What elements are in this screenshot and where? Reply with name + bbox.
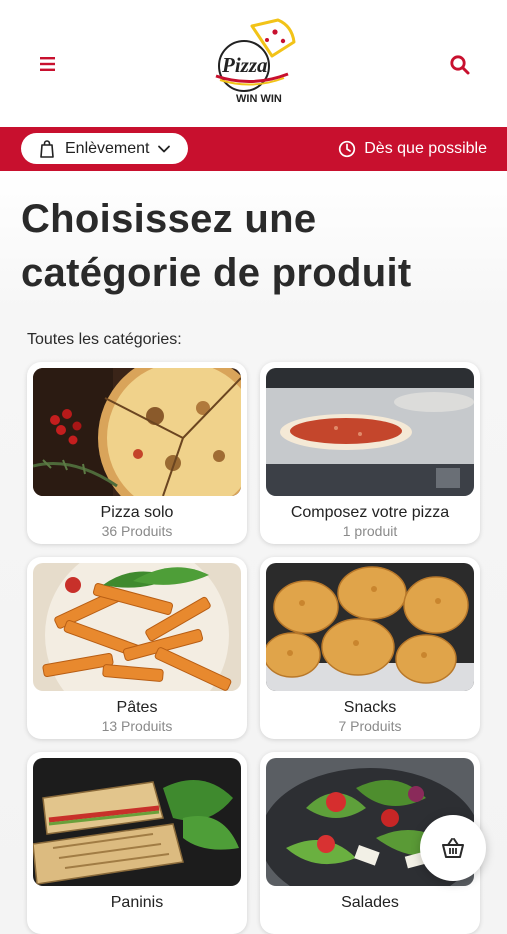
basket-icon bbox=[442, 838, 464, 858]
category-name: Composez votre pizza bbox=[290, 504, 450, 521]
category-product-count: 1 produit bbox=[342, 523, 398, 539]
category-card-pates[interactable]: Pâtes 13 Produits bbox=[27, 557, 247, 739]
category-card-pizza-solo[interactable]: Pizza solo 36 Produits bbox=[27, 362, 247, 544]
category-product-count: 13 Produits bbox=[101, 718, 173, 734]
category-card-paninis[interactable]: Paninis bbox=[27, 752, 247, 934]
category-name: Paninis bbox=[110, 894, 164, 911]
category-name: Salades bbox=[341, 894, 399, 911]
hamburger-icon bbox=[40, 57, 55, 71]
order-time-label: Dès que possible bbox=[364, 140, 487, 157]
categories-heading: Toutes les catégories: bbox=[27, 331, 182, 348]
page-title: Choisissez une catégorie de produit bbox=[21, 192, 491, 300]
cart-button[interactable] bbox=[420, 815, 486, 881]
category-card-snacks[interactable]: Snacks 7 Produits bbox=[260, 557, 480, 739]
order-time-selector[interactable]: Dès que possible bbox=[338, 138, 487, 160]
svg-text:Pizza: Pizza bbox=[221, 53, 268, 77]
category-image-snacks bbox=[266, 563, 474, 691]
page-title-line-2: catégorie de produit bbox=[21, 251, 412, 295]
category-name: Pizza solo bbox=[100, 504, 174, 521]
category-card-composez-votre-pizza[interactable]: Composez votre pizza 1 produit bbox=[260, 362, 480, 544]
category-image-pates bbox=[33, 563, 241, 691]
category-image-pizza-solo bbox=[33, 368, 241, 496]
hamburger-menu-button[interactable] bbox=[36, 52, 60, 76]
category-image-paninis bbox=[33, 758, 241, 886]
app-header: Pizza WIN WIN bbox=[0, 0, 507, 127]
brand-logo: Pizza WIN WIN bbox=[212, 16, 296, 108]
clock-icon bbox=[339, 140, 356, 158]
category-product-count: 7 Produits bbox=[338, 718, 402, 734]
search-button[interactable] bbox=[447, 52, 473, 78]
category-name: Pâtes bbox=[116, 699, 158, 716]
chevron-down-icon bbox=[157, 145, 170, 152]
page-title-line-1: Choisissez une bbox=[21, 197, 317, 241]
category-name: Snacks bbox=[343, 699, 397, 716]
category-product-count: 36 Produits bbox=[101, 523, 173, 539]
bag-icon bbox=[40, 139, 54, 158]
svg-text:WIN WIN: WIN WIN bbox=[236, 93, 282, 105]
search-icon bbox=[450, 55, 470, 75]
order-mode-label: Enlèvement bbox=[65, 139, 150, 157]
order-mode-dropdown[interactable]: Enlèvement bbox=[21, 133, 188, 164]
category-image-composez-votre-pizza bbox=[266, 368, 474, 496]
